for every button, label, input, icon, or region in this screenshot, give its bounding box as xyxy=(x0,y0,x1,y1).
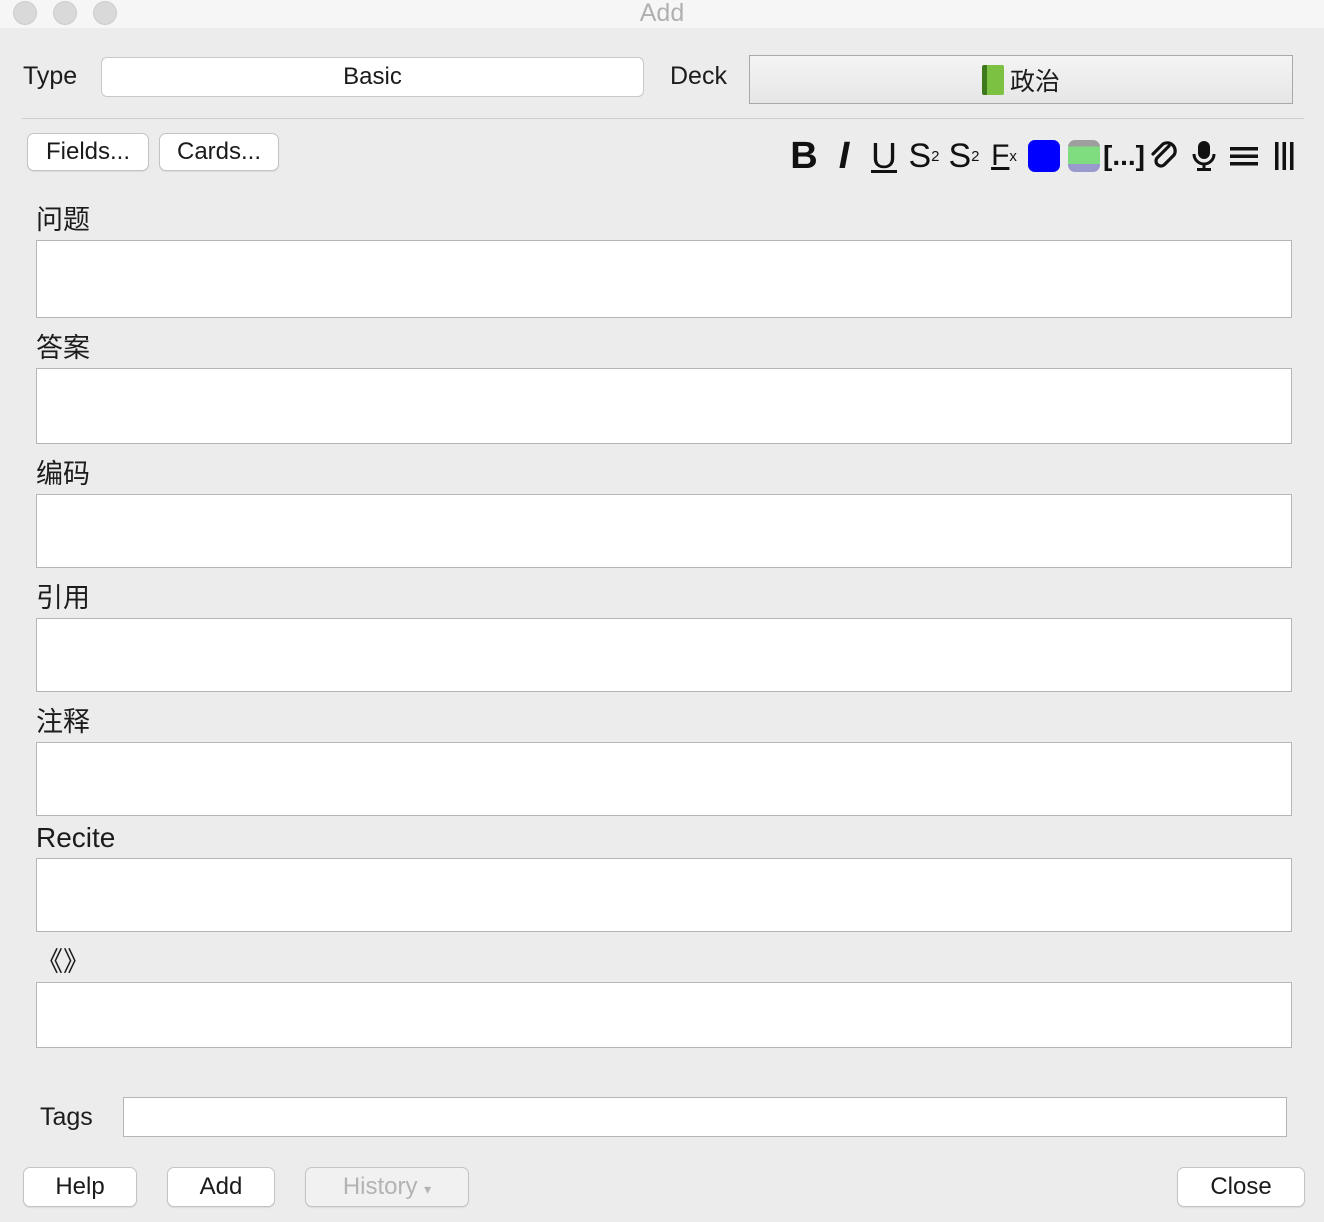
html-editor-button[interactable] xyxy=(1264,135,1304,177)
help-button[interactable]: Help xyxy=(23,1167,137,1207)
paperclip-icon xyxy=(1151,141,1177,168)
close-button[interactable]: Close xyxy=(1177,1167,1305,1207)
type-label: Type xyxy=(23,62,78,90)
field-editor-answer[interactable] xyxy=(36,368,1292,444)
history-button[interactable]: History ▾ xyxy=(305,1167,469,1207)
record-audio-button[interactable] xyxy=(1184,135,1224,177)
field-label-code: 编码 xyxy=(36,459,90,490)
subscript-letter: S xyxy=(948,136,972,175)
superscript-letter: S xyxy=(908,136,932,175)
field-editor-reference[interactable] xyxy=(36,618,1292,692)
field-editor-code[interactable] xyxy=(36,494,1292,568)
add-button[interactable]: Add xyxy=(167,1167,275,1207)
cards-button[interactable]: Cards... xyxy=(159,133,279,171)
bold-button[interactable]: B xyxy=(784,135,824,177)
microphone-icon xyxy=(1192,141,1216,171)
tags-input[interactable] xyxy=(123,1097,1287,1137)
clear-format-button[interactable]: Fx xyxy=(984,135,1024,177)
superscript-button[interactable]: S2 xyxy=(904,135,944,177)
text-color-button[interactable] xyxy=(1024,135,1064,177)
more-options-button[interactable] xyxy=(1224,135,1264,177)
field-editor-notes[interactable] xyxy=(36,742,1292,816)
subscript-mark: 2 xyxy=(971,147,980,165)
format-toolbar: B I U S2 S2 Fx [...] xyxy=(784,135,1304,177)
attach-button[interactable] xyxy=(1144,135,1184,177)
cloze-button[interactable]: [...] xyxy=(1103,135,1145,177)
note-type-selector[interactable]: Basic xyxy=(101,57,644,97)
menu-lines-icon xyxy=(1230,147,1258,166)
field-label-answer: 答案 xyxy=(36,333,90,364)
field-editor-recite[interactable] xyxy=(36,858,1292,932)
vertical-bars-icon xyxy=(1275,142,1294,170)
field-label-question: 问题 xyxy=(36,205,90,236)
deck-name: 政治 xyxy=(1009,66,1060,96)
highlight-swatch-icon xyxy=(1068,140,1100,172)
text-color-swatch-icon xyxy=(1028,140,1060,172)
history-label: History xyxy=(342,1173,418,1200)
field-label-reference: 引用 xyxy=(36,583,90,614)
window-title: Add xyxy=(639,0,685,27)
field-label-brackets: 《》 xyxy=(36,947,90,978)
underline-button[interactable]: U xyxy=(864,135,904,177)
clear-format-mark: x xyxy=(1009,147,1017,165)
italic-button[interactable]: I xyxy=(824,135,864,177)
fields-button[interactable]: Fields... xyxy=(27,133,149,171)
field-label-recite: Recite xyxy=(36,822,116,853)
field-editor-brackets[interactable] xyxy=(36,982,1292,1048)
highlight-color-button[interactable] xyxy=(1064,135,1104,177)
field-label-notes: 注释 xyxy=(36,707,90,738)
deck-selector[interactable]: 政治 xyxy=(749,55,1293,104)
tags-label: Tags xyxy=(40,1103,93,1131)
separator xyxy=(22,118,1304,119)
chevron-down-icon: ▾ xyxy=(424,1181,432,1197)
deck-label: Deck xyxy=(670,62,727,90)
superscript-mark: 2 xyxy=(931,147,940,165)
field-editor-question[interactable] xyxy=(36,240,1292,318)
green-book-icon xyxy=(981,64,1004,95)
clear-format-letter: F xyxy=(991,139,1010,172)
subscript-button[interactable]: S2 xyxy=(944,135,984,177)
title-bar: Add xyxy=(0,0,1324,28)
